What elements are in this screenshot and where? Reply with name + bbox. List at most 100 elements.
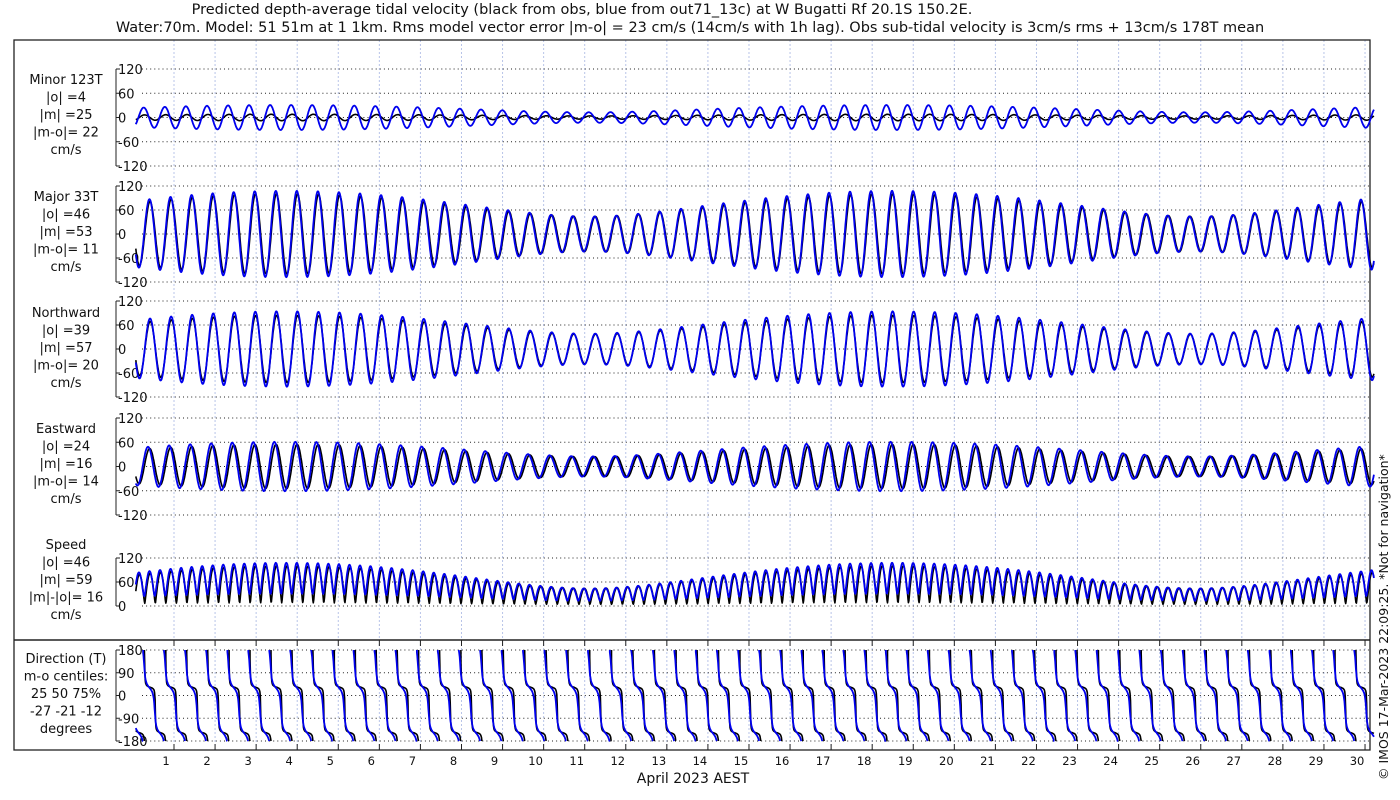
panel-label-line: |o| =39 (42, 324, 90, 339)
panels: Minor 123T |o| =4 |m| =25 |m-o|= 22 cm/s 120 6… (24, 63, 1375, 750)
x-tick-label: 26 (1185, 754, 1200, 768)
panel-label-line: cm/s (51, 143, 82, 158)
y-tick-label: 120 (118, 180, 143, 195)
x-tick-label: 18 (857, 754, 872, 768)
panel-label-line: |m-o|= 14 (33, 475, 99, 490)
y-tick-label: 0 (118, 228, 126, 243)
plot-frame (13, 39, 1371, 751)
x-tick-label: 10 (528, 754, 543, 768)
x-tick-label: 6 (368, 754, 375, 768)
chart-title-line2: Water:70m. Model: 51 51m at 1 1km. Rms m… (116, 20, 1264, 36)
panel-label-line: 25 50 75% (31, 687, 101, 702)
x-tick-label: 16 (775, 754, 790, 768)
y-tick-label: 0 (118, 112, 126, 127)
y-tick-label: 60 (118, 87, 135, 102)
y-tick-label: -120 (118, 276, 148, 291)
y-tick-label: 60 (118, 576, 135, 591)
y-tick-label: 120 (118, 295, 143, 310)
x-tick-label: 14 (693, 754, 708, 768)
panel-label-line: |m-o|= 20 (33, 359, 99, 374)
x-tick-label: 1 (162, 754, 169, 768)
x-tick-label: 9 (491, 754, 498, 768)
x-tick-label: 12 (610, 754, 625, 768)
y-tick-label: 0 (118, 343, 126, 358)
panel-speed: Speed |o| =46 |m| =59 |m|-|o|= 16 cm/s 120 60 0 (29, 538, 1375, 623)
panel-label-line: |m| =25 (40, 108, 93, 123)
y-tick-label: 60 (118, 436, 135, 451)
x-tick-label: 21 (980, 754, 995, 768)
y-tick-label: 0 (118, 690, 126, 705)
y-tick-label: -120 (118, 391, 148, 406)
panel-label-line: cm/s (51, 260, 82, 275)
y-tick-label: 90 (118, 667, 135, 682)
panel-label-line: |m|-|o|= 16 (29, 591, 103, 606)
y-tick-label: 0 (118, 600, 126, 615)
x-tick-label: 4 (286, 754, 293, 768)
y-tick-label: 120 (118, 412, 143, 427)
tidal-velocity-chart: Predicted depth-average tidal velocity (… (13, 2, 1391, 787)
panel-label-line: |m-o|= 22 (33, 126, 99, 141)
panel-label-line: m-o centiles: (24, 670, 109, 685)
panel-label-line: |m-o|= 11 (33, 243, 99, 258)
panel-label-line: |o| =46 (42, 556, 90, 571)
panel-label-line: Direction (T) (26, 652, 107, 667)
panel-label-line: |m| =59 (40, 573, 93, 588)
panel-label-line: Eastward (36, 422, 96, 437)
x-tick-label: 20 (939, 754, 954, 768)
y-tick-label: 120 (118, 552, 143, 567)
x-tick-label: 2 (203, 754, 210, 768)
panel-label-line: |o| =46 (42, 208, 90, 223)
x-axis-label: April 2023 AEST (637, 771, 750, 787)
x-tick-label: 24 (1103, 754, 1118, 768)
panel-east: Eastward |o| =24 |m| =16 |m-o|= 14 cm/s 120 60… (33, 412, 1375, 524)
panel-label-line: |o| =24 (42, 440, 90, 455)
x-tick-label: 5 (327, 754, 334, 768)
x-tick-label: 7 (409, 754, 416, 768)
panel-label-line: degrees (40, 722, 93, 737)
y-tick-label: 0 (118, 461, 126, 476)
panel-label-line: cm/s (51, 376, 82, 391)
panel-label-line: Northward (32, 306, 100, 321)
y-tick-label: -120 (118, 160, 148, 175)
panel-label-line: cm/s (51, 492, 82, 507)
panel-label-line: Speed (46, 538, 87, 553)
panel-label-line: Major 33T (34, 190, 99, 205)
x-tick-label: 23 (1062, 754, 1077, 768)
panel-label-line: -27 -21 -12 (30, 705, 102, 720)
y-tick-label: -60 (118, 136, 139, 151)
y-tick-label: 180 (118, 644, 143, 659)
y-tick-label: -120 (118, 509, 148, 524)
y-tick-label: 120 (118, 63, 143, 78)
x-tick-label: 29 (1309, 754, 1324, 768)
panel-label-line: |o| =4 (46, 91, 86, 106)
panel-label-line: |m| =16 (40, 457, 93, 472)
x-tick-label: 22 (1021, 754, 1036, 768)
y-tick-label: 60 (118, 319, 135, 334)
panel-minor: Minor 123T |o| =4 |m| =25 |m-o|= 22 cm/s 120 6… (29, 63, 1375, 175)
panel-label-line: cm/s (51, 608, 82, 623)
day-gridlines (173, 40, 1366, 750)
panel-label-line: |m| =57 (40, 341, 93, 356)
x-tick-label: 3 (244, 754, 251, 768)
panel-label-line: Minor 123T (29, 73, 102, 88)
x-tick-label: 30 (1350, 754, 1365, 768)
x-tick-label: 25 (1144, 754, 1159, 768)
panel-label-line: |m| =53 (40, 225, 93, 240)
y-tick-label: -90 (118, 712, 139, 727)
y-tick-label: -60 (118, 485, 139, 500)
panel-major: Major 33T |o| =46 |m| =53 |m-o|= 11 cm/s 120 6… (33, 180, 1375, 291)
x-tick-label: 11 (569, 754, 584, 768)
x-tick-label: 15 (734, 754, 749, 768)
chart-title-line1: Predicted depth-average tidal velocity (… (192, 2, 973, 18)
copyright-note: © IMOS 17-Mar-2023 22:09:25. *Not for na… (1376, 454, 1391, 780)
x-tick-label: 8 (450, 754, 457, 768)
x-tick-label: 13 (652, 754, 667, 768)
x-tick-label: 27 (1226, 754, 1241, 768)
y-tick-label: 60 (118, 204, 135, 219)
x-tick-label: 28 (1268, 754, 1283, 768)
x-tick-label: 19 (898, 754, 913, 768)
panel-dir: Direction (T) m-o centiles: 25 50 75% -27 -… (24, 644, 1375, 750)
series-minor-model (134, 104, 1375, 131)
panel-north: Northward |o| =39 |m| =57 |m-o|= 20 cm/s 120 6… (32, 295, 1375, 406)
x-tick-label: 17 (816, 754, 831, 768)
